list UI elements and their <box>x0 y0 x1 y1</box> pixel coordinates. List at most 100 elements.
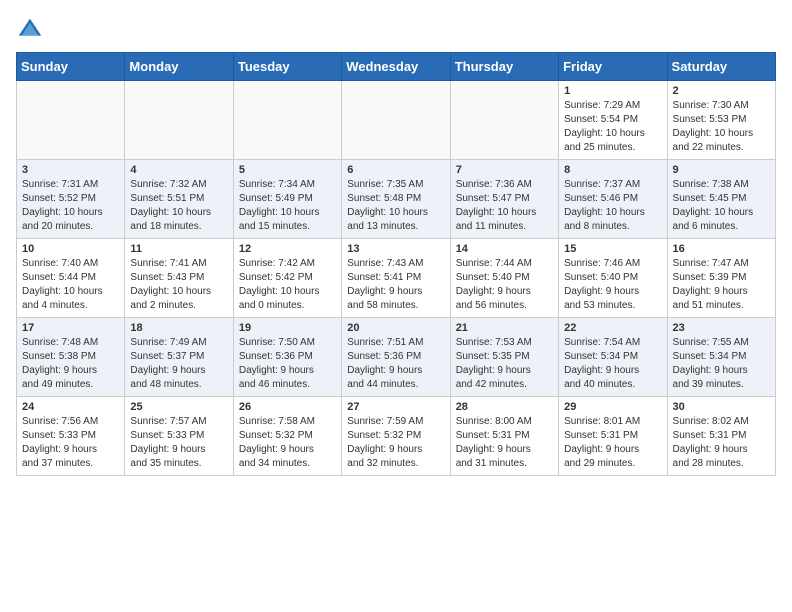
calendar-cell: 1 Sunrise: 7:29 AM Sunset: 5:54 PM Daylig… <box>559 81 667 160</box>
day-number: 10 <box>22 243 119 255</box>
day-info: Sunrise: 7:50 AM Sunset: 5:36 PM Dayligh… <box>239 336 336 392</box>
calendar-cell <box>342 81 450 160</box>
day-info: Sunrise: 7:44 AM Sunset: 5:40 PM Dayligh… <box>456 257 553 313</box>
day-number: 12 <box>239 243 336 255</box>
day-info: Sunrise: 7:31 AM Sunset: 5:52 PM Dayligh… <box>22 178 119 234</box>
day-info: Sunrise: 7:35 AM Sunset: 5:48 PM Dayligh… <box>347 178 444 234</box>
day-info: Sunrise: 8:00 AM Sunset: 5:31 PM Dayligh… <box>456 415 553 471</box>
page-header <box>16 16 776 44</box>
day-info: Sunrise: 7:36 AM Sunset: 5:47 PM Dayligh… <box>456 178 553 234</box>
day-number: 30 <box>673 401 770 413</box>
day-number: 20 <box>347 322 444 334</box>
calendar-cell: 8 Sunrise: 7:37 AM Sunset: 5:46 PM Daylig… <box>559 160 667 239</box>
day-info: Sunrise: 7:49 AM Sunset: 5:37 PM Dayligh… <box>130 336 227 392</box>
day-number: 18 <box>130 322 227 334</box>
logo-icon <box>16 16 44 44</box>
day-info: Sunrise: 7:37 AM Sunset: 5:46 PM Dayligh… <box>564 178 661 234</box>
day-number: 1 <box>564 85 661 97</box>
day-number: 21 <box>456 322 553 334</box>
calendar-cell: 5 Sunrise: 7:34 AM Sunset: 5:49 PM Daylig… <box>233 160 341 239</box>
day-info: Sunrise: 7:59 AM Sunset: 5:32 PM Dayligh… <box>347 415 444 471</box>
day-info: Sunrise: 7:48 AM Sunset: 5:38 PM Dayligh… <box>22 336 119 392</box>
calendar-week-row: 24 Sunrise: 7:56 AM Sunset: 5:33 PM Dayli… <box>17 397 776 476</box>
weekday-header: Tuesday <box>233 53 341 81</box>
day-info: Sunrise: 7:46 AM Sunset: 5:40 PM Dayligh… <box>564 257 661 313</box>
calendar-cell: 7 Sunrise: 7:36 AM Sunset: 5:47 PM Daylig… <box>450 160 558 239</box>
calendar-cell: 12 Sunrise: 7:42 AM Sunset: 5:42 PM Dayli… <box>233 239 341 318</box>
day-number: 16 <box>673 243 770 255</box>
day-number: 23 <box>673 322 770 334</box>
day-number: 25 <box>130 401 227 413</box>
day-number: 19 <box>239 322 336 334</box>
calendar-week-row: 1 Sunrise: 7:29 AM Sunset: 5:54 PM Daylig… <box>17 81 776 160</box>
calendar-cell: 23 Sunrise: 7:55 AM Sunset: 5:34 PM Dayli… <box>667 318 775 397</box>
calendar-cell: 29Sunrise: 8:01 AM Sunset: 5:31 PM Dayli… <box>559 397 667 476</box>
day-number: 7 <box>456 164 553 176</box>
day-number: 26 <box>239 401 336 413</box>
day-number: 17 <box>22 322 119 334</box>
calendar-cell: 14 Sunrise: 7:44 AM Sunset: 5:40 PM Dayli… <box>450 239 558 318</box>
weekday-header: Thursday <box>450 53 558 81</box>
day-number: 9 <box>673 164 770 176</box>
day-number: 14 <box>456 243 553 255</box>
weekday-header: Sunday <box>17 53 125 81</box>
calendar-cell: 25Sunrise: 7:57 AM Sunset: 5:33 PM Dayli… <box>125 397 233 476</box>
calendar-cell: 18 Sunrise: 7:49 AM Sunset: 5:37 PM Dayli… <box>125 318 233 397</box>
day-info: Sunrise: 7:56 AM Sunset: 5:33 PM Dayligh… <box>22 415 119 471</box>
calendar-cell: 2 Sunrise: 7:30 AM Sunset: 5:53 PM Daylig… <box>667 81 775 160</box>
calendar-cell <box>125 81 233 160</box>
day-number: 15 <box>564 243 661 255</box>
calendar-cell: 10 Sunrise: 7:40 AM Sunset: 5:44 PM Dayli… <box>17 239 125 318</box>
calendar-cell: 30 Sunrise: 8:02 AM Sunset: 5:31 PM Dayli… <box>667 397 775 476</box>
calendar-cell: 19 Sunrise: 7:50 AM Sunset: 5:36 PM Dayli… <box>233 318 341 397</box>
day-info: Sunrise: 7:42 AM Sunset: 5:42 PM Dayligh… <box>239 257 336 313</box>
calendar-cell: 6 Sunrise: 7:35 AM Sunset: 5:48 PM Daylig… <box>342 160 450 239</box>
calendar-cell: 15 Sunrise: 7:46 AM Sunset: 5:40 PM Dayli… <box>559 239 667 318</box>
calendar-cell: 26Sunrise: 7:58 AM Sunset: 5:32 PM Dayli… <box>233 397 341 476</box>
weekday-header-row: SundayMondayTuesdayWednesdayThursdayFrid… <box>17 53 776 81</box>
calendar-cell: 3Sunrise: 7:31 AM Sunset: 5:52 PM Daylig… <box>17 160 125 239</box>
day-info: Sunrise: 7:43 AM Sunset: 5:41 PM Dayligh… <box>347 257 444 313</box>
calendar-cell: 16 Sunrise: 7:47 AM Sunset: 5:39 PM Dayli… <box>667 239 775 318</box>
calendar-cell: 4Sunrise: 7:32 AM Sunset: 5:51 PM Daylig… <box>125 160 233 239</box>
calendar-week-row: 17 Sunrise: 7:48 AM Sunset: 5:38 PM Dayli… <box>17 318 776 397</box>
calendar-cell <box>17 81 125 160</box>
day-info: Sunrise: 7:34 AM Sunset: 5:49 PM Dayligh… <box>239 178 336 234</box>
day-info: Sunrise: 7:54 AM Sunset: 5:34 PM Dayligh… <box>564 336 661 392</box>
weekday-header: Wednesday <box>342 53 450 81</box>
calendar-table: SundayMondayTuesdayWednesdayThursdayFrid… <box>16 52 776 476</box>
calendar-cell: 24 Sunrise: 7:56 AM Sunset: 5:33 PM Dayli… <box>17 397 125 476</box>
calendar-cell: 28 Sunrise: 8:00 AM Sunset: 5:31 PM Dayli… <box>450 397 558 476</box>
day-info: Sunrise: 7:40 AM Sunset: 5:44 PM Dayligh… <box>22 257 119 313</box>
calendar-cell: 20 Sunrise: 7:51 AM Sunset: 5:36 PM Dayli… <box>342 318 450 397</box>
day-info: Sunrise: 7:30 AM Sunset: 5:53 PM Dayligh… <box>673 99 770 155</box>
day-number: 28 <box>456 401 553 413</box>
day-number: 24 <box>22 401 119 413</box>
weekday-header: Friday <box>559 53 667 81</box>
calendar-week-row: 3Sunrise: 7:31 AM Sunset: 5:52 PM Daylig… <box>17 160 776 239</box>
day-number: 13 <box>347 243 444 255</box>
calendar-cell: 22 Sunrise: 7:54 AM Sunset: 5:34 PM Dayli… <box>559 318 667 397</box>
day-number: 8 <box>564 164 661 176</box>
day-info: Sunrise: 7:29 AM Sunset: 5:54 PM Dayligh… <box>564 99 661 155</box>
calendar-cell <box>233 81 341 160</box>
day-number: 5 <box>239 164 336 176</box>
day-info: Sunrise: 7:47 AM Sunset: 5:39 PM Dayligh… <box>673 257 770 313</box>
day-info: Sunrise: 7:55 AM Sunset: 5:34 PM Dayligh… <box>673 336 770 392</box>
day-info: Sunrise: 7:38 AM Sunset: 5:45 PM Dayligh… <box>673 178 770 234</box>
calendar-cell <box>450 81 558 160</box>
weekday-header: Saturday <box>667 53 775 81</box>
day-number: 22 <box>564 322 661 334</box>
logo <box>16 16 48 44</box>
calendar-week-row: 10 Sunrise: 7:40 AM Sunset: 5:44 PM Dayli… <box>17 239 776 318</box>
calendar-cell: 13 Sunrise: 7:43 AM Sunset: 5:41 PM Dayli… <box>342 239 450 318</box>
day-number: 6 <box>347 164 444 176</box>
calendar-cell: 21Sunrise: 7:53 AM Sunset: 5:35 PM Dayli… <box>450 318 558 397</box>
weekday-header: Monday <box>125 53 233 81</box>
day-info: Sunrise: 8:01 AM Sunset: 5:31 PM Dayligh… <box>564 415 661 471</box>
day-info: Sunrise: 8:02 AM Sunset: 5:31 PM Dayligh… <box>673 415 770 471</box>
day-number: 11 <box>130 243 227 255</box>
calendar-cell: 11Sunrise: 7:41 AM Sunset: 5:43 PM Dayli… <box>125 239 233 318</box>
day-number: 2 <box>673 85 770 97</box>
day-info: Sunrise: 7:51 AM Sunset: 5:36 PM Dayligh… <box>347 336 444 392</box>
